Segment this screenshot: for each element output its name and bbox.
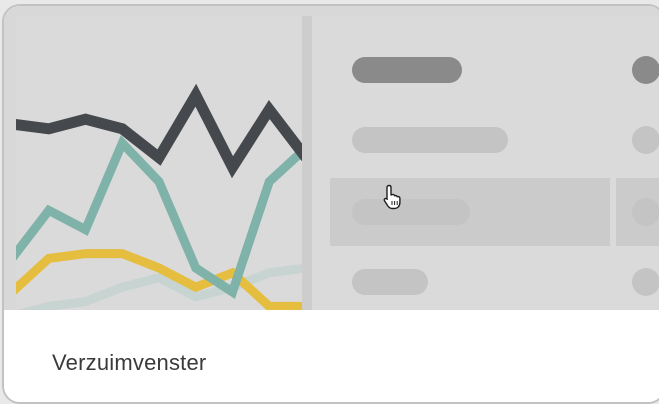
list-item-bar <box>352 199 470 225</box>
list-item <box>330 36 610 104</box>
list-item-dot <box>632 56 659 84</box>
line-chart-illustration <box>16 83 302 310</box>
list-illustration-pane <box>312 16 659 310</box>
list-item <box>330 106 610 174</box>
list-item-dot <box>632 268 659 296</box>
list-item <box>330 248 610 316</box>
list-item-dot <box>632 126 659 154</box>
list-item-hovered <box>330 178 610 246</box>
list-item-bar <box>352 127 508 153</box>
list-item-bar-selected <box>352 57 462 83</box>
list-item-dot <box>632 198 659 226</box>
hand-pointer-icon <box>382 184 404 215</box>
chart-illustration-pane <box>16 16 302 310</box>
card-title: Verzuimvenster <box>52 350 207 375</box>
chart-series-line-0 <box>16 83 302 179</box>
chart-series-line-3 <box>17 263 302 310</box>
list-item-trailing <box>616 178 659 246</box>
verzuimvenster-card[interactable]: Verzuimvenster <box>2 4 659 404</box>
list-item-bar <box>352 269 428 295</box>
card-footer: Verzuimvenster <box>4 310 659 402</box>
list-item-trailing <box>616 106 659 174</box>
card-preview-illustration <box>4 6 659 310</box>
list-item-trailing <box>616 36 659 104</box>
list-item-trailing <box>616 248 659 316</box>
pane-divider <box>302 16 312 310</box>
